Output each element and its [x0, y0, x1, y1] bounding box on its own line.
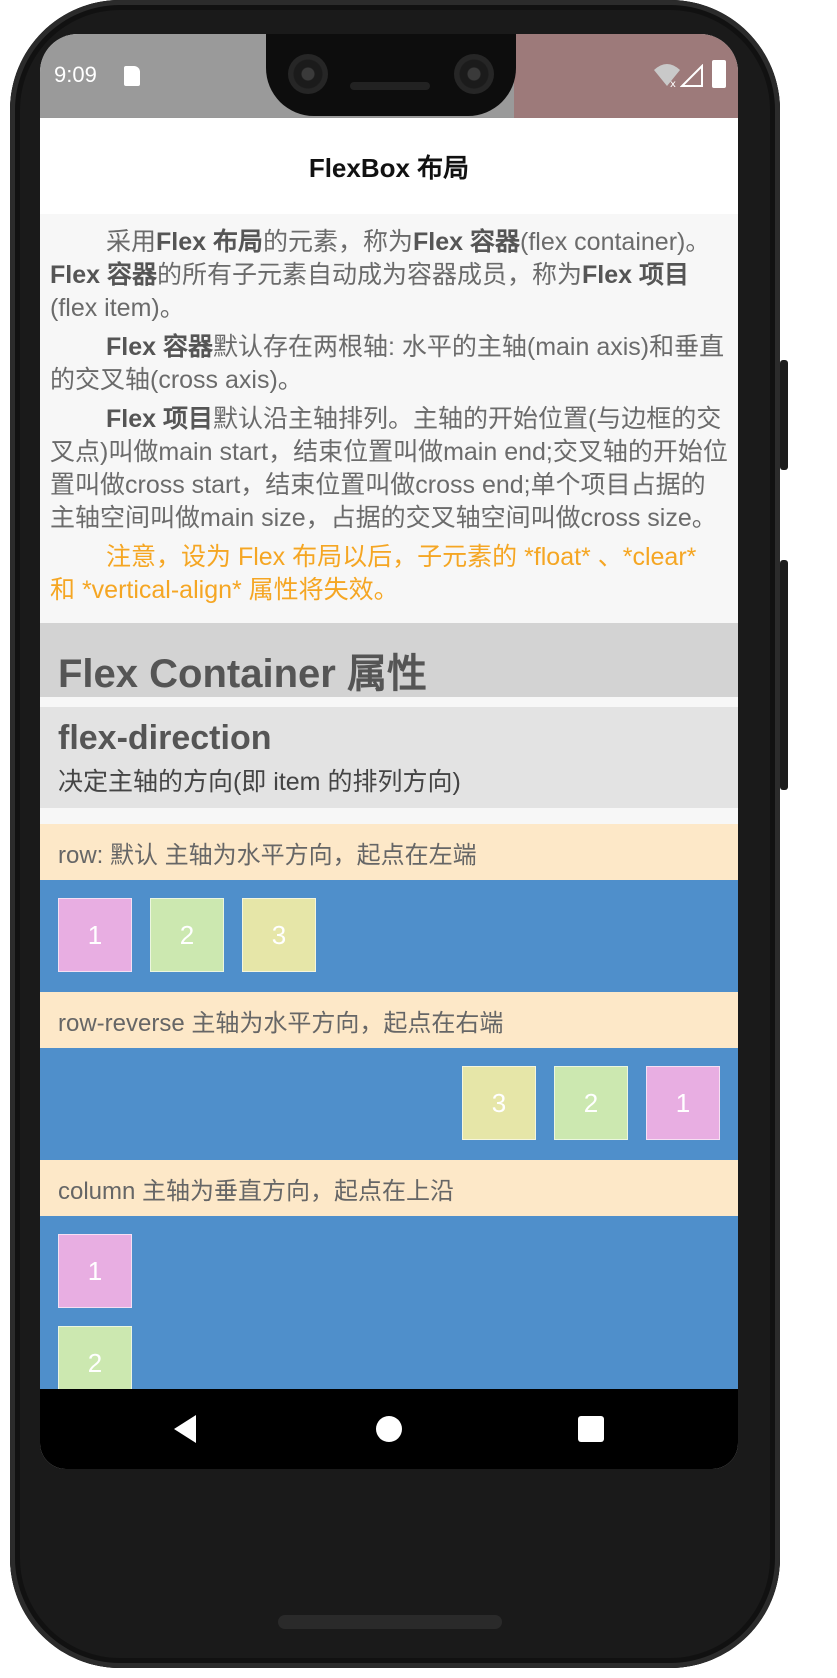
section-title: Flex Container 属性	[58, 652, 427, 696]
status-time: 9:09	[54, 62, 97, 87]
power-button	[780, 360, 788, 470]
flex-item: 1	[646, 1066, 720, 1140]
home-icon[interactable]	[376, 1416, 402, 1442]
bold-text: Flex 项目	[582, 261, 689, 289]
flex-item: 1	[58, 1234, 132, 1308]
signal-icon	[680, 64, 703, 87]
demo-column: 1 2	[40, 1216, 738, 1389]
svg-text:x: x	[670, 79, 676, 88]
battery-icon	[712, 60, 726, 88]
property-header: flex-direction 决定主轴的方向(即 item 的排列方向)	[40, 707, 738, 808]
camera-icon	[454, 54, 494, 94]
app-bar: FlexBox 布局	[40, 118, 738, 214]
sd-card-icon	[124, 66, 140, 86]
bold-text: Flex 容器	[413, 228, 520, 256]
wifi-icon: x	[654, 64, 680, 88]
status-bar: 9:09 x	[40, 34, 738, 118]
demo-label-column: column 主轴为垂直方向，起点在上沿	[40, 1160, 738, 1216]
text: (flex item)。	[50, 294, 185, 322]
demo-row-reverse: 1 2 3	[40, 1048, 738, 1160]
flex-item: 2	[554, 1066, 628, 1140]
demo-row: 1 2 3	[40, 880, 738, 992]
camera-notch	[266, 34, 516, 116]
recents-icon[interactable]	[578, 1416, 604, 1442]
page-title: FlexBox 布局	[308, 152, 470, 183]
bottom-speaker	[278, 1615, 502, 1629]
text: 的元素，称为	[263, 228, 414, 256]
earpiece-speaker	[350, 82, 430, 90]
intro-paragraph-3: Flex 项目默认沿主轴排列。主轴的开始位置(与边框的交叉点)叫做main st…	[50, 403, 728, 535]
text: 的所有子元素自动成为容器成员，称为	[156, 261, 582, 289]
flex-item: 2	[58, 1326, 132, 1389]
property-name: flex-direction	[58, 719, 272, 757]
bold-text: Flex 布局	[156, 228, 263, 256]
intro-paragraph-2: Flex 容器默认存在两根轴: 水平的主轴(main axis)和垂直的交叉轴(…	[50, 331, 728, 397]
demo-label-row: row: 默认 主轴为水平方向，起点在左端	[40, 824, 738, 880]
warning-note: 注意，设为 Flex 布局以后，子元素的 *float* 、*clear* 和 …	[50, 543, 697, 604]
navigation-bar	[40, 1389, 738, 1469]
property-description: 决定主轴的方向(即 item 的排列方向)	[58, 768, 461, 796]
status-bar-tint	[514, 34, 738, 118]
intro-text: 采用Flex 布局的元素，称为Flex 容器(flex container)。F…	[40, 214, 738, 621]
intro-paragraph-1: 采用Flex 布局的元素，称为Flex 容器(flex container)。F…	[50, 226, 728, 325]
bold-text: Flex 容器	[106, 333, 213, 361]
text: (flex container)。	[520, 228, 711, 256]
back-icon[interactable]	[174, 1415, 196, 1443]
screen: 9:09 x FlexBox 布局 采用Flex 布局的元素，称为Flex 容器…	[40, 34, 738, 1469]
scroll-content[interactable]: 采用Flex 布局的元素，称为Flex 容器(flex container)。F…	[40, 214, 738, 1389]
flex-item: 2	[150, 898, 224, 972]
bold-text: Flex 项目	[106, 405, 213, 433]
camera-icon	[288, 54, 328, 94]
bold-text: Flex 容器	[50, 261, 157, 289]
text: 采用	[106, 228, 157, 256]
flex-item: 3	[462, 1066, 536, 1140]
flex-item: 1	[58, 898, 132, 972]
section-header: Flex Container 属性	[40, 623, 738, 697]
demo-label-row-reverse: row-reverse 主轴为水平方向，起点在右端	[40, 992, 738, 1048]
volume-button	[780, 560, 788, 790]
flex-item: 3	[242, 898, 316, 972]
